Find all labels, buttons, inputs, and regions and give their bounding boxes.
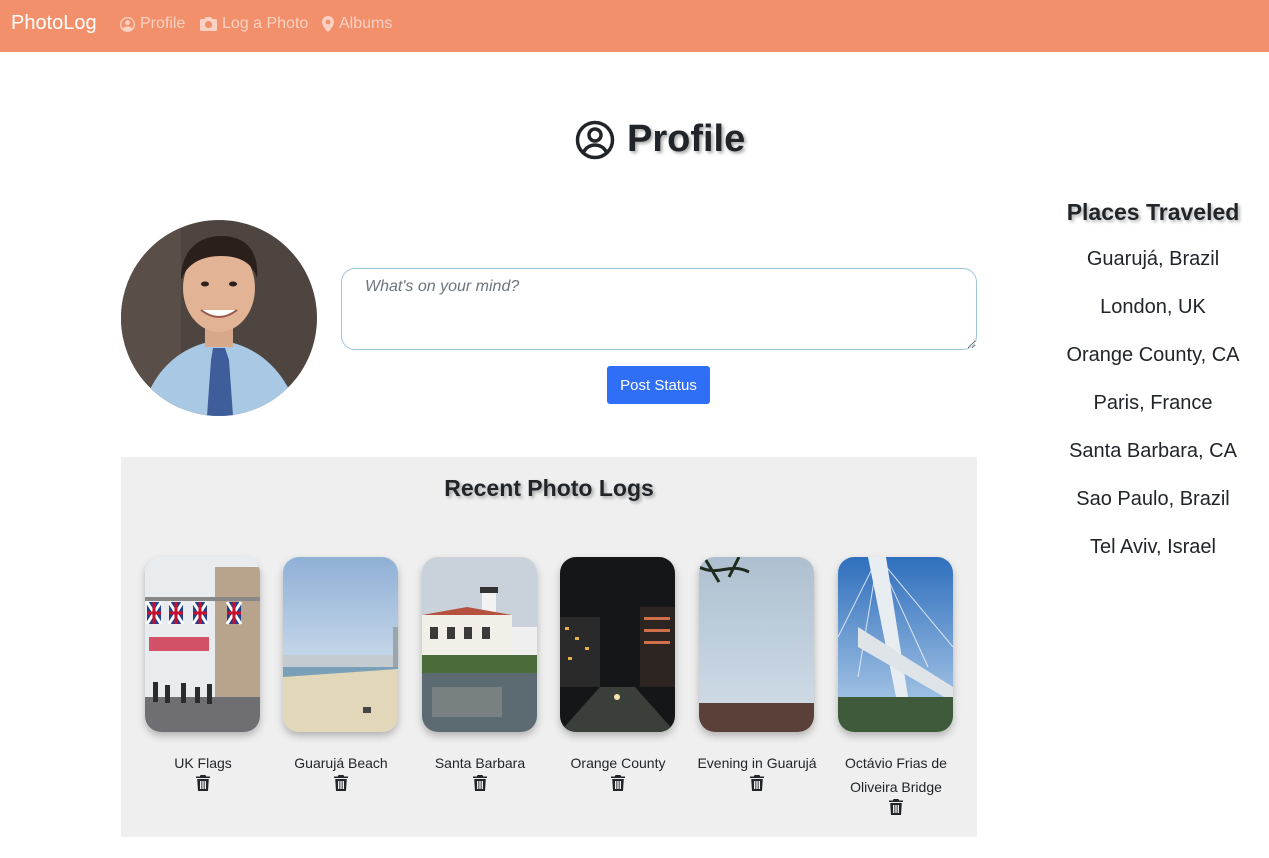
photo-card: Orange County <box>560 557 675 791</box>
photo-caption: Octávio Frias de Oliveira Bridge <box>845 755 947 795</box>
place-item[interactable]: Sao Paulo, Brazil <box>1040 484 1266 532</box>
trash-icon[interactable] <box>888 799 903 815</box>
camera-icon <box>200 17 217 31</box>
user-circle-icon <box>575 120 615 159</box>
trash-icon[interactable] <box>610 775 625 791</box>
post-status-button[interactable]: Post Status <box>607 366 710 404</box>
avatar <box>121 220 317 416</box>
nav-albums-label: Albums <box>339 15 393 32</box>
page-title-text: Profile <box>627 118 746 160</box>
navbar: PhotoLog Profile Log a Photo Albums <box>0 0 1269 52</box>
recent-photo-logs-panel: Recent Photo Logs UK Flags Guarujá Beach… <box>121 457 977 837</box>
photo-card: Octávio Frias de Oliveira Bridge <box>838 557 953 815</box>
photo-caption: Guarujá Beach <box>294 755 388 771</box>
photo-thumbnail[interactable] <box>838 557 953 732</box>
nav-log-photo-label: Log a Photo <box>222 15 309 32</box>
place-item[interactable]: Santa Barbara, CA <box>1040 436 1266 484</box>
photo-thumbnail[interactable] <box>145 557 260 732</box>
status-input[interactable] <box>341 268 977 350</box>
nav-profile-label: Profile <box>140 15 186 32</box>
places-traveled-title: Places Traveled <box>1066 199 1240 225</box>
user-circle-icon <box>120 16 135 32</box>
photo-card: Guarujá Beach <box>283 557 398 791</box>
photo-caption: Orange County <box>570 755 666 771</box>
photo-caption: Santa Barbara <box>434 755 526 771</box>
photo-thumbnail[interactable] <box>699 557 814 732</box>
trash-icon[interactable] <box>749 775 764 791</box>
trash-icon[interactable] <box>195 775 210 791</box>
photo-card: Santa Barbara <box>422 557 537 791</box>
place-item[interactable]: London, UK <box>1040 292 1266 340</box>
nav-log-photo-link[interactable]: Log a Photo <box>200 15 308 33</box>
brand-link[interactable]: PhotoLog <box>11 12 97 35</box>
page-title: Profile <box>575 118 745 161</box>
map-marker-icon <box>322 16 334 32</box>
photo-thumbnail[interactable] <box>422 557 537 732</box>
photo-thumbnail[interactable] <box>283 557 398 732</box>
recent-photo-logs-title: Recent Photo Logs <box>444 475 654 501</box>
place-item[interactable]: Guarujá, Brazil <box>1040 244 1266 292</box>
nav-albums-link[interactable]: Albums <box>322 15 392 33</box>
nav-profile-link[interactable]: Profile <box>120 15 185 33</box>
photo-card: UK Flags <box>145 557 260 791</box>
place-item[interactable]: Tel Aviv, Israel <box>1040 532 1266 580</box>
trash-icon[interactable] <box>333 775 348 791</box>
photo-card: Evening in Guarujá <box>697 557 817 791</box>
photo-caption: Evening in Guarujá <box>697 755 817 771</box>
places-traveled: Places Traveled Guarujá, Brazil London, … <box>1040 196 1266 580</box>
photo-thumbnail[interactable] <box>560 557 675 732</box>
photo-caption: UK Flags <box>174 755 232 771</box>
place-item[interactable]: Paris, France <box>1040 388 1266 436</box>
trash-icon[interactable] <box>472 775 487 791</box>
place-item[interactable]: Orange County, CA <box>1040 340 1266 388</box>
